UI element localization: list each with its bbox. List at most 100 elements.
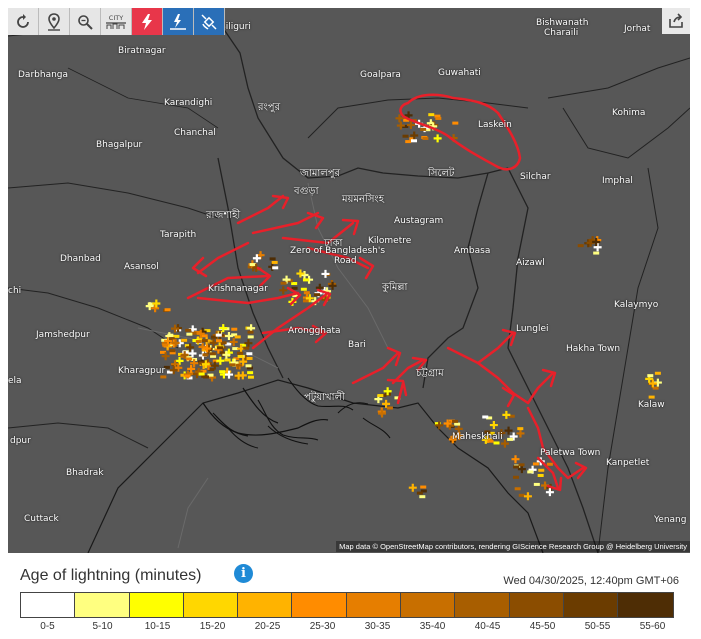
lightning-strike-marker — [243, 346, 250, 350]
lightning-strike-marker — [577, 244, 584, 248]
lightning-strike-marker — [201, 339, 208, 343]
lightning-strike-marker — [237, 351, 244, 355]
satellite-layer-button[interactable] — [194, 8, 225, 35]
map-place-label: Paletwa Town — [540, 448, 601, 458]
map-place-label: Kilometre — [368, 236, 412, 246]
satellite-icon — [201, 13, 217, 30]
storm-layer-button[interactable] — [163, 8, 194, 35]
lightning-strike-marker — [247, 330, 254, 334]
map-place-label: Bhagalpur — [96, 140, 143, 150]
map-place-label: রংপুর — [258, 102, 281, 113]
map-place-label: Asansol — [124, 262, 159, 272]
map-place-label: Ambasa — [454, 246, 491, 256]
lightning-strike-marker — [247, 335, 254, 339]
lightning-strike-marker — [195, 340, 202, 344]
lightning-strike-marker — [217, 346, 224, 350]
lightning-strike-marker — [377, 394, 384, 398]
city-label: CITY — [109, 14, 123, 22]
lightning-icon — [142, 13, 152, 30]
map-place-label: Karandighi — [164, 98, 213, 108]
lightning-strike-marker — [532, 462, 539, 466]
lightning-strike-marker — [452, 419, 459, 423]
lightning-strike-marker — [405, 140, 412, 144]
map-place-label: Charaili — [544, 28, 579, 38]
info-icon[interactable]: i — [234, 564, 253, 583]
lightning-strike-marker — [452, 121, 459, 125]
legend-title: Age of lightning (minutes) — [20, 567, 202, 584]
map-place-label: Kalaw — [638, 400, 665, 410]
legend-swatch — [455, 593, 510, 617]
lightning-strike-marker — [234, 335, 241, 339]
lightning-strike-marker — [198, 372, 205, 376]
lightning-strike-marker — [185, 328, 192, 332]
lightning-strike-marker — [386, 406, 393, 410]
map-place-label: Kharagpur — [118, 366, 166, 376]
map-place-label: Darbhanga — [18, 70, 69, 80]
lightning-strike-marker — [428, 113, 435, 117]
legend-bin-label: 50-55 — [584, 621, 611, 632]
zoom-search-button[interactable] — [70, 8, 101, 35]
legend-swatch — [238, 593, 293, 617]
map-place-label: চট্টগ্রাম — [416, 368, 444, 379]
legend-bin-label: 45-50 — [529, 621, 556, 632]
lightning-strike-marker — [647, 374, 654, 378]
zoom-search-icon — [78, 14, 93, 30]
lightning-strike-marker — [215, 333, 222, 337]
storm-icon — [170, 13, 186, 30]
legend-swatch — [563, 593, 619, 617]
lightning-strike-marker — [210, 354, 217, 358]
lightning-strike-marker — [224, 358, 231, 362]
lightning-strike-marker — [454, 422, 461, 426]
lightning-strike-marker — [162, 343, 169, 347]
map-place-label: Maheskhali — [452, 432, 503, 442]
lightning-map[interactable]: LahanSiliguriBishwanathCharailiJorhatBir… — [8, 8, 690, 553]
map-place-label: Bishwanath — [536, 18, 589, 28]
map-place-label: Guwahati — [438, 68, 481, 78]
lightning-strike-marker — [648, 395, 655, 399]
lightning-strike-marker — [300, 287, 307, 291]
lightning-strike-marker — [247, 371, 254, 375]
map-marker-icon — [48, 12, 60, 31]
lightning-strike-marker — [246, 356, 253, 360]
lightning-strike-marker — [186, 357, 193, 361]
legend-color-scale — [20, 592, 674, 618]
city-button[interactable]: CITY — [101, 8, 132, 35]
locate-button[interactable] — [39, 8, 70, 35]
refresh-button[interactable] — [8, 8, 39, 35]
share-button[interactable] — [662, 8, 690, 34]
legend-swatch — [618, 593, 673, 617]
legend-swatch — [401, 593, 456, 617]
lightning-strike-marker — [420, 127, 427, 131]
map-place-label: Arongghata — [288, 326, 341, 336]
share-icon — [669, 13, 683, 28]
legend-bin-label: 20-25 — [254, 621, 281, 632]
legend-bin-label: 40-45 — [474, 621, 501, 632]
map-place-label: Laskein — [478, 120, 512, 130]
lightning-layer-button[interactable] — [132, 8, 163, 35]
legend-swatch — [346, 593, 402, 617]
lightning-strike-marker — [416, 491, 423, 495]
map-place-label: Kalaymyo — [614, 300, 659, 310]
map-place-label: Aizawl — [516, 258, 545, 268]
lightning-strike-marker — [512, 475, 519, 479]
lightning-strike-marker — [209, 352, 216, 356]
lightning-strike-marker — [482, 415, 489, 419]
map-place-label: পটুয়াখালী — [304, 392, 345, 403]
map-place-label: জামালপুর — [300, 168, 341, 179]
legend-bin-label: 30-35 — [364, 621, 391, 632]
map-place-label: Bari — [348, 340, 366, 350]
map-place-label: Goalpara — [360, 70, 401, 80]
lightning-strike-marker — [216, 339, 223, 343]
map-attribution[interactable]: Map data © OpenStreetMap contributors, r… — [336, 541, 690, 552]
lightning-strike-marker — [514, 487, 521, 491]
legend-bin-label: 25-30 — [309, 621, 336, 632]
lightning-strike-marker — [164, 308, 171, 312]
lightning-strike-marker — [203, 375, 210, 379]
lightning-strike-marker — [291, 282, 298, 286]
map-place-label: Yenang — [654, 515, 687, 525]
map-place-label: ela — [8, 376, 22, 386]
lightning-strike-marker — [420, 485, 427, 489]
map-place-label: Chanchal — [174, 128, 216, 138]
lightning-strike-marker — [202, 353, 209, 357]
lightning-strike-marker — [527, 470, 534, 474]
